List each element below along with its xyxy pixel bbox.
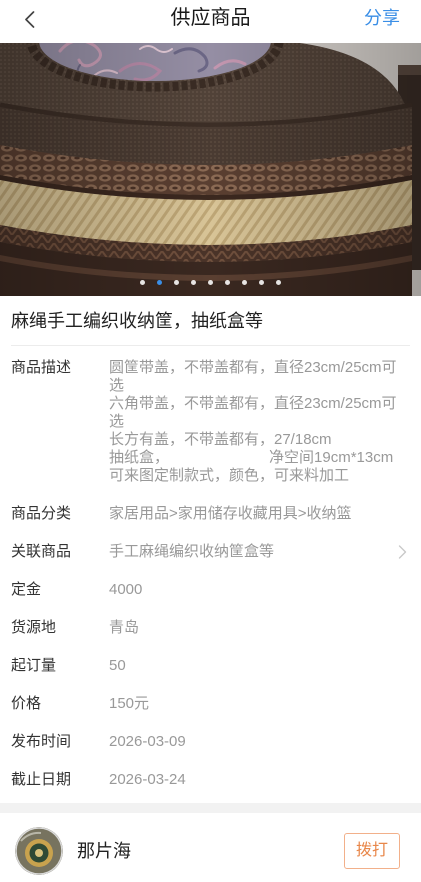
detail-row-origin: 货源地 青岛 <box>11 619 410 637</box>
chevron-right-icon <box>398 545 407 559</box>
product-image <box>0 43 421 296</box>
detail-label: 发布时间 <box>11 733 72 750</box>
detail-row-deposit: 定金 4000 <box>11 581 410 599</box>
detail-label: 商品描述 <box>11 359 72 376</box>
carousel-dot <box>191 280 196 285</box>
carousel-dot <box>140 280 145 285</box>
avatar[interactable] <box>15 827 63 875</box>
detail-value: 青岛 <box>109 619 140 636</box>
share-button[interactable]: 分享 <box>364 0 400 37</box>
call-button[interactable]: 拨打 <box>344 833 400 869</box>
product-image-carousel[interactable] <box>0 43 421 296</box>
carousel-dot <box>276 280 281 285</box>
seller-card: 那片海 拨打 <box>0 813 421 882</box>
detail-row-category: 商品分类 家居用品>家用储存收藏用具>收纳篮 <box>11 505 410 523</box>
product-title: 麻绳手工编织收纳筐，抽纸盒等 <box>11 311 263 331</box>
detail-label: 商品分类 <box>11 505 72 522</box>
detail-row-price: 价格 150元 <box>11 695 410 713</box>
detail-label: 关联商品 <box>11 543 72 560</box>
carousel-dot <box>208 280 213 285</box>
chevron-left-icon <box>24 10 34 28</box>
carousel-dot <box>259 280 264 285</box>
detail-value: 2026-03-09 <box>109 733 186 750</box>
detail-row-description: 商品描述 圆筐带盖，不带盖都有，直径23cm/25cm可选 六角带盖，不带盖都有… <box>11 359 410 485</box>
detail-label: 截止日期 <box>11 771 72 788</box>
detail-value: 4000 <box>109 581 143 598</box>
carousel-dot <box>242 280 247 285</box>
carousel-dot <box>225 280 230 285</box>
detail-row-publish-date: 发布时间 2026-03-09 <box>11 733 410 751</box>
detail-value: 手工麻绳编织收纳筐盒等 <box>109 543 275 560</box>
detail-label: 货源地 <box>11 619 57 636</box>
carousel-dot-active <box>157 280 162 285</box>
back-button[interactable] <box>18 6 40 32</box>
detail-row-deadline: 截止日期 2026-03-24 <box>11 771 410 789</box>
detail-label: 价格 <box>11 695 42 712</box>
detail-value: 2026-03-24 <box>109 771 186 788</box>
section-separator <box>0 803 421 813</box>
detail-value: 圆筐带盖，不带盖都有，直径23cm/25cm可选 六角带盖，不带盖都有，直径23… <box>109 359 397 484</box>
page-title: 供应商品 <box>170 7 251 29</box>
detail-row-related-goods[interactable]: 关联商品 手工麻绳编织收纳筐盒等 <box>11 543 410 561</box>
seller-name: 那片海 <box>77 841 131 861</box>
avatar-image <box>15 827 63 875</box>
detail-value: 50 <box>109 657 126 674</box>
carousel-dots <box>0 280 421 285</box>
detail-row-min-order: 起订量 50 <box>11 657 410 675</box>
detail-value: 家居用品>家用储存收藏用具>收纳篮 <box>109 505 352 522</box>
nav-bar: 供应商品 分享 <box>0 0 421 43</box>
detail-value: 150元 <box>109 695 150 712</box>
carousel-dot <box>174 280 179 285</box>
detail-label: 定金 <box>11 581 42 598</box>
product-title-block: 麻绳手工编织收纳筐，抽纸盒等 <box>0 296 421 345</box>
detail-label: 起订量 <box>11 657 57 674</box>
product-details: 商品描述 圆筐带盖，不带盖都有，直径23cm/25cm可选 六角带盖，不带盖都有… <box>0 346 421 803</box>
